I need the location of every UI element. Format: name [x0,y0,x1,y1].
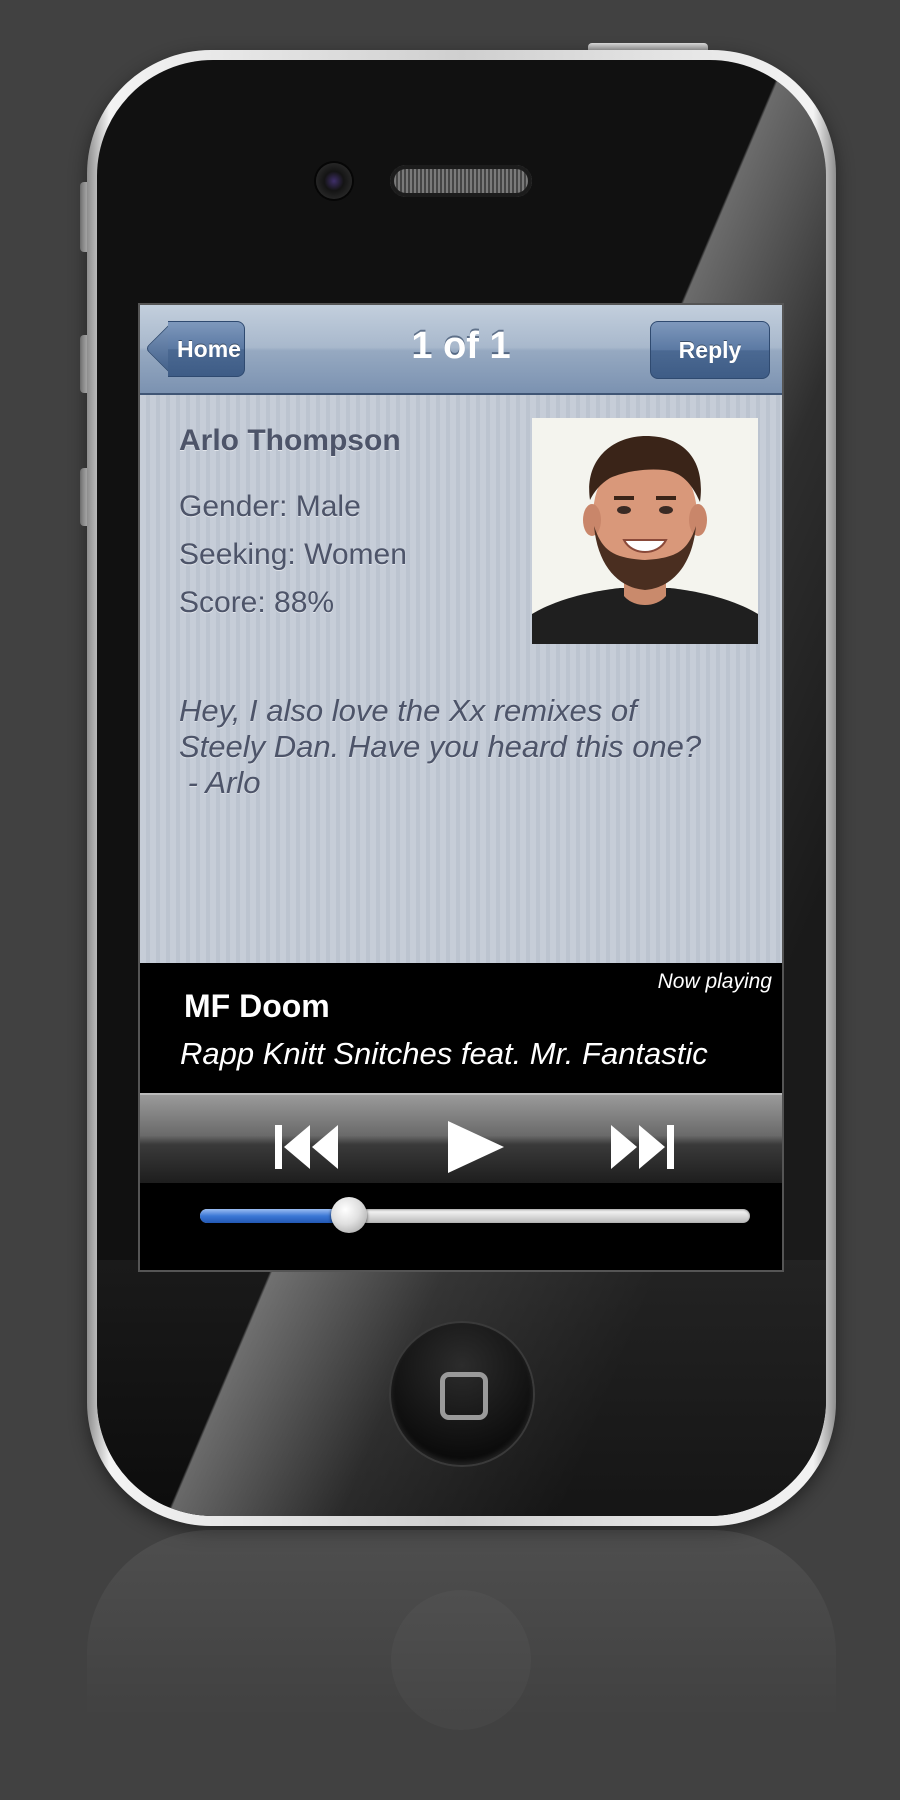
profile-panel: Arlo Thompson Gender: Male Seeking: Wome… [140,395,782,963]
power-button[interactable] [588,43,708,50]
play-icon[interactable] [446,1119,506,1175]
profile-seeking: Seeking: Women [179,538,407,571]
progress-fill [200,1209,349,1223]
earpiece-speaker-icon [390,165,532,197]
skip-forward-icon[interactable] [608,1123,674,1171]
profile-score: Score: 88% [179,586,335,619]
home-button[interactable] [391,1323,533,1465]
phone-reflection [87,1530,836,1800]
progress-area [140,1183,782,1270]
home-square-icon [440,1372,488,1420]
artist-name: MF Doom [184,988,330,1024]
navigation-bar: Home 1 of 1 Reply [140,305,782,395]
reply-button[interactable]: Reply [650,321,770,379]
skip-back-icon[interactable] [275,1123,341,1171]
progress-slider[interactable] [200,1197,750,1233]
progress-thumb[interactable] [330,1197,367,1233]
message-text: Hey, I also love the Xx remixes of Steel… [179,693,702,800]
now-playing-label: Now playing [657,970,772,993]
reflection-home-button [391,1590,531,1730]
profile-photo[interactable] [532,418,758,644]
profile-gender: Gender: Male [179,490,361,523]
front-camera-icon [316,163,352,199]
track-title: Rapp Knitt Snitches feat. Mr. Fantastic [180,1036,708,1071]
playback-controls [140,1093,782,1185]
avatar [532,418,758,644]
now-playing-panel: Now playing MF Doom Rapp Knitt Snitches … [140,963,782,1093]
profile-name: Arlo Thompson [179,424,401,457]
app-screen: Home 1 of 1 Reply Arlo Thompson Gender: … [140,305,782,1270]
